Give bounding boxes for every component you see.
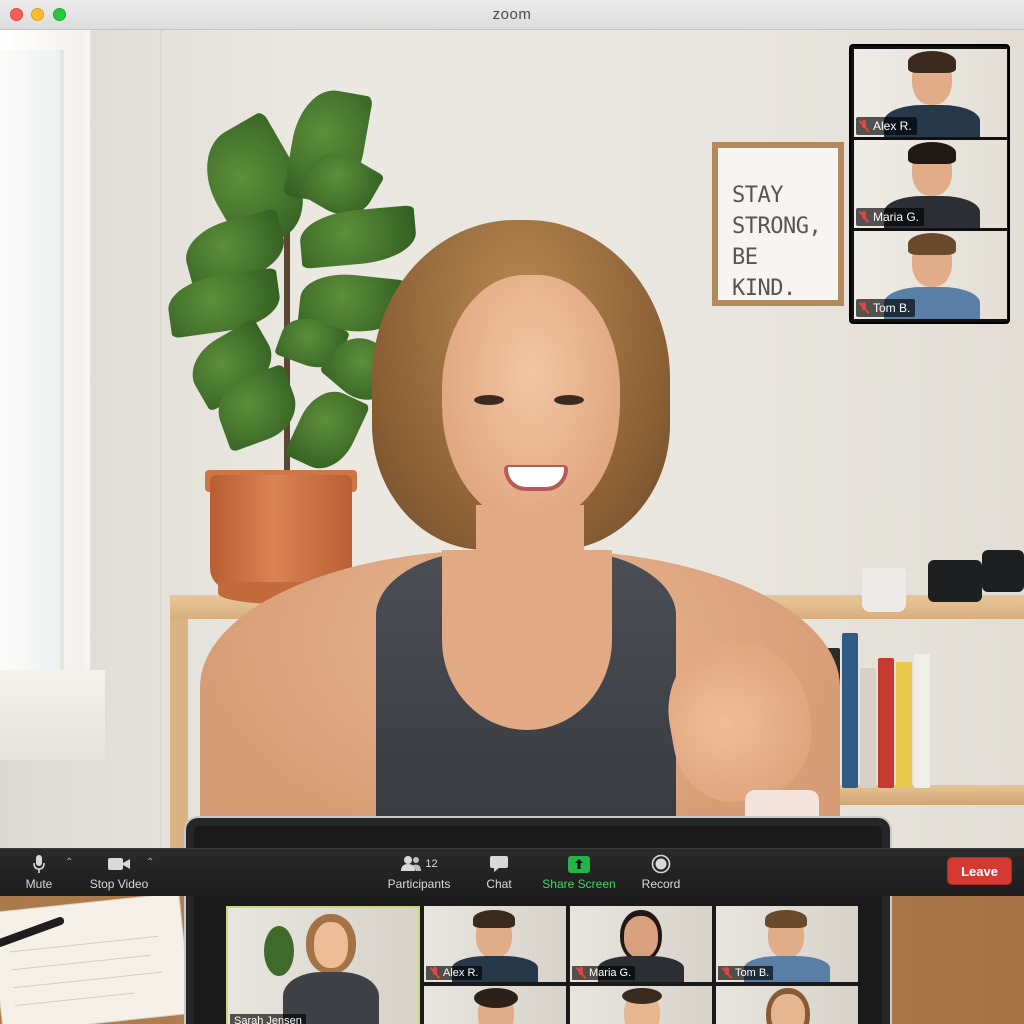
microphone-icon [22, 853, 56, 875]
record-label: Record [641, 877, 681, 891]
gallery-tile[interactable]: Tom B. [716, 906, 858, 982]
chat-label: Chat [486, 877, 512, 891]
gallery-name-tag: Alex R. [426, 966, 483, 980]
mic-muted-icon [859, 120, 869, 132]
stop-video-button[interactable]: Stop Video [88, 853, 150, 891]
mic-muted-icon [859, 302, 869, 314]
participant-name: Maria G. [873, 210, 920, 224]
dumbbell [928, 560, 982, 602]
poster-line: STAY [732, 183, 783, 208]
gallery-tile[interactable] [716, 986, 858, 1024]
mic-muted-icon [430, 967, 440, 979]
participant-name: Alex R. [873, 119, 912, 133]
dumbbell [982, 550, 1024, 592]
mic-muted-icon [576, 967, 586, 979]
participant-thumbnail-strip: Alex R. Maria G. Tom B. [849, 44, 1010, 324]
mug [862, 568, 906, 612]
gallery-tile[interactable] [570, 986, 712, 1024]
gallery-tile-active-speaker[interactable]: Sarah Jensen [226, 906, 420, 1024]
room-window [0, 30, 90, 730]
participants-icon [400, 855, 422, 874]
gallery-name-tag: Sarah Jensen [230, 1014, 306, 1024]
audio-options-chevron-icon[interactable]: ⌃ [65, 857, 73, 868]
leave-meeting-button[interactable]: Leave [947, 857, 1012, 885]
app-title: zoom [492, 6, 532, 23]
stop-video-label: Stop Video [89, 877, 149, 891]
speaker-person [200, 220, 840, 848]
mic-muted-icon [722, 967, 732, 979]
participant-name: Tom B. [873, 301, 911, 315]
participant-name-tag: Maria G. [856, 208, 925, 226]
gallery-tile[interactable]: Maria G. [570, 906, 712, 982]
participant-thumbnail[interactable]: Alex R. [854, 49, 1007, 137]
share-screen-icon [568, 855, 590, 873]
record-button[interactable]: Record [640, 853, 682, 891]
participant-name: Tom B. [735, 967, 770, 979]
mute-button[interactable]: Mute [22, 853, 56, 891]
participant-name-tag: Tom B. [856, 299, 916, 317]
participant-name: Maria G. [589, 967, 632, 979]
participant-thumbnail[interactable]: Maria G. [854, 140, 1007, 228]
chat-button[interactable]: Chat [484, 853, 514, 891]
share-screen-button[interactable]: Share Screen [542, 853, 616, 891]
mute-label: Mute [25, 877, 53, 891]
gallery-tile[interactable]: Alex R. [424, 906, 566, 982]
participant-name: Sarah Jensen [234, 1015, 302, 1024]
gallery-tile[interactable] [424, 986, 566, 1024]
window-titlebar: zoom [0, 0, 1024, 30]
chat-bubble-icon [484, 853, 514, 875]
participants-count: 12 [425, 858, 438, 870]
participants-button[interactable]: 12 Participants [386, 853, 452, 891]
video-options-chevron-icon[interactable]: ⌃ [146, 857, 154, 868]
participants-label: Participants [387, 877, 451, 891]
video-camera-icon [88, 853, 150, 875]
meeting-toolbar: Mute ⌃ Stop Video ⌃ 12 Participants Chat… [0, 848, 1024, 896]
record-icon [640, 853, 682, 875]
notebook [0, 892, 192, 1024]
window-sill [0, 670, 105, 760]
participant-name-tag: Alex R. [856, 117, 917, 135]
gallery-name-tag: Maria G. [572, 966, 636, 980]
participant-thumbnail[interactable]: Tom B. [854, 231, 1007, 319]
mic-muted-icon [859, 211, 869, 223]
share-screen-label: Share Screen [542, 877, 616, 891]
participant-name: Alex R. [443, 967, 479, 979]
gallery-name-tag: Tom B. [718, 966, 774, 980]
